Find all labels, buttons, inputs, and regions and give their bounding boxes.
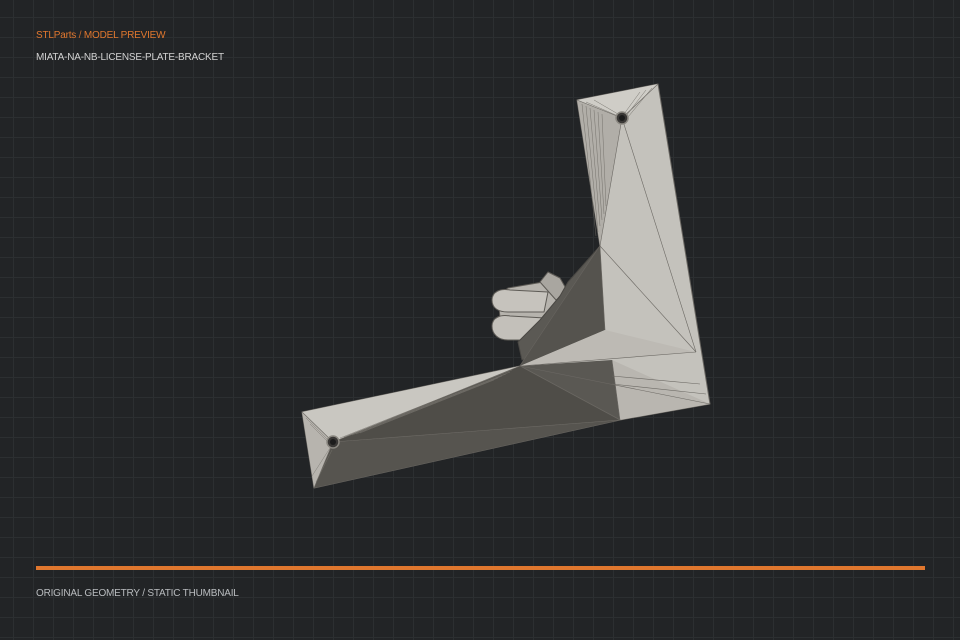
bracket-mesh: [301, 83, 711, 489]
model-preview-viewport: STLParts / MODEL PREVIEW MIATA-NA-NB-LIC…: [0, 0, 960, 640]
footer-caption: ORIGINAL GEOMETRY / STATIC THUMBNAIL: [36, 588, 239, 599]
accent-divider: [36, 566, 925, 570]
model-thumbnail: [301, 83, 711, 489]
bracket-vertical-arm: [519, 83, 711, 421]
